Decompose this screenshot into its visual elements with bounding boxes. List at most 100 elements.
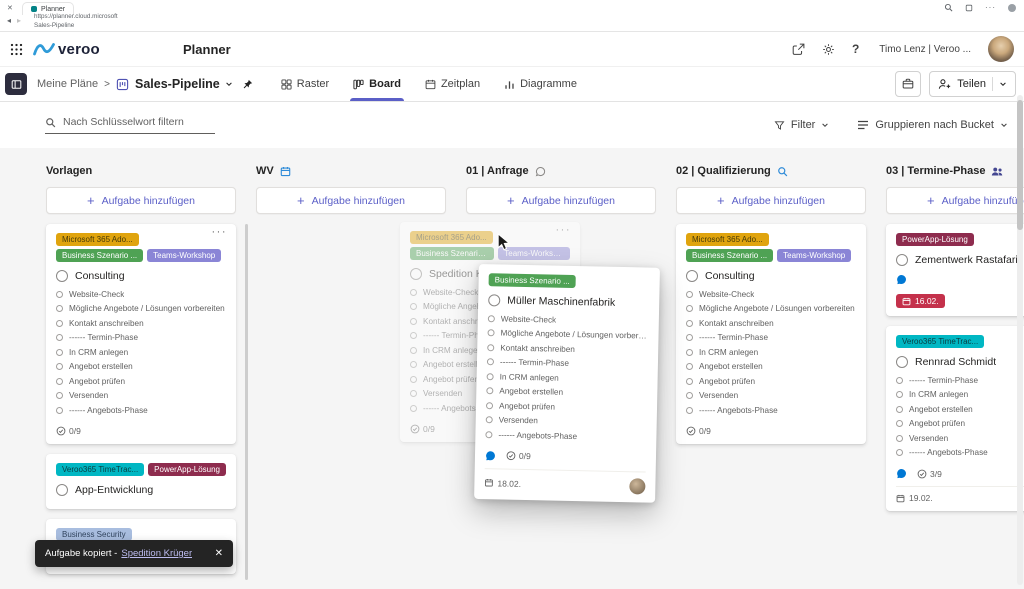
- checklist-item-checkbox[interactable]: [410, 303, 417, 311]
- add-task-button[interactable]: + Aufgabe hinzufügen: [886, 187, 1024, 214]
- plan-title[interactable]: Sales-Pipeline: [135, 77, 220, 91]
- checklist-item-checkbox[interactable]: [56, 348, 63, 356]
- task-complete-checkbox[interactable]: [488, 294, 501, 307]
- gear-icon[interactable]: [822, 43, 835, 56]
- add-task-button[interactable]: + Aufgabe hinzufügen: [676, 187, 866, 214]
- checklist-item-checkbox[interactable]: [56, 392, 63, 400]
- task-card[interactable]: Microsoft 365 Ado... Business Szenario ..…: [676, 224, 866, 444]
- checklist-item-checkbox[interactable]: [410, 288, 417, 296]
- checklist-item-checkbox[interactable]: [485, 430, 493, 439]
- task-card[interactable]: Business Szenario ... Müller Maschinenfab…: [474, 264, 660, 503]
- filter-button[interactable]: Filter: [774, 119, 829, 131]
- task-card[interactable]: ··· Microsoft 365 Ado... Business Szenario…: [46, 224, 236, 444]
- checklist-item-checkbox[interactable]: [686, 377, 693, 385]
- checklist-item-checkbox[interactable]: [486, 387, 494, 395]
- add-task-button[interactable]: + Aufgabe hinzufügen: [256, 187, 446, 214]
- keyword-filter-input[interactable]: [63, 116, 215, 128]
- column-scrollbar-thumb[interactable]: [245, 224, 248, 580]
- checklist-item-checkbox[interactable]: [896, 405, 903, 413]
- sidebar-toggle-button[interactable]: [5, 73, 27, 95]
- checklist-item-checkbox[interactable]: [410, 346, 417, 354]
- breadcrumb[interactable]: Meine Pläne: [37, 78, 98, 90]
- checklist-item-checkbox[interactable]: [410, 361, 417, 369]
- close-icon[interactable]: ✕: [7, 4, 13, 12]
- tab-zeitplan[interactable]: Zeitplan: [425, 67, 480, 101]
- checklist-item-label: Versenden: [423, 389, 463, 399]
- label-row: Microsoft 365 Ado...: [56, 233, 226, 246]
- toast-close-icon[interactable]: ✕: [215, 548, 223, 559]
- veroo-logo[interactable]: veroo: [33, 41, 100, 58]
- tab-board[interactable]: Board: [350, 67, 404, 101]
- checklist-item-checkbox[interactable]: [686, 319, 693, 327]
- address-bar[interactable]: https://planner.cloud.microsoft Sales-Pi…: [34, 13, 118, 30]
- waffle-icon[interactable]: [10, 43, 23, 56]
- checklist-item-checkbox[interactable]: [686, 348, 693, 356]
- checklist-item-checkbox[interactable]: [896, 434, 903, 442]
- back-icon[interactable]: ◂: [7, 16, 11, 25]
- browser-search-icon[interactable]: [944, 3, 953, 12]
- forward-icon[interactable]: ▸: [17, 16, 21, 25]
- checklist-item-checkbox[interactable]: [686, 290, 693, 298]
- checklist-item-checkbox[interactable]: [896, 391, 903, 399]
- card-menu-button[interactable]: ···: [556, 224, 572, 236]
- checklist-item-checkbox[interactable]: [485, 416, 493, 424]
- checklist-item-checkbox[interactable]: [487, 314, 495, 323]
- checklist-item-checkbox[interactable]: [896, 449, 903, 457]
- checklist-item-checkbox[interactable]: [686, 406, 693, 414]
- checklist-item-checkbox[interactable]: [56, 334, 63, 342]
- checklist-item-checkbox[interactable]: [56, 305, 63, 313]
- task-complete-checkbox[interactable]: [410, 268, 422, 280]
- task-card[interactable]: Veroo365 TimeTrac... PowerApp-Lösung App-E…: [46, 453, 236, 509]
- task-complete-checkbox[interactable]: [686, 270, 698, 282]
- checklist-item-checkbox[interactable]: [485, 401, 494, 410]
- checklist-item-checkbox[interactable]: [486, 372, 494, 381]
- briefcase-button[interactable]: [895, 71, 922, 97]
- task-complete-checkbox[interactable]: [896, 254, 908, 266]
- tab-diagramme[interactable]: Diagramme: [504, 67, 577, 101]
- add-task-button[interactable]: + Aufgabe hinzufügen: [46, 187, 236, 214]
- checklist-item-checkbox[interactable]: [686, 305, 693, 313]
- keyword-filter[interactable]: [45, 116, 215, 134]
- task-complete-checkbox[interactable]: [56, 483, 68, 496]
- task-complete-checkbox[interactable]: [56, 270, 68, 282]
- checklist-item-checkbox[interactable]: [896, 376, 903, 384]
- share-button[interactable]: Teilen: [929, 71, 1016, 97]
- browser-menu-icon[interactable]: ···: [985, 3, 996, 12]
- toast-link[interactable]: Spedition Krüger: [121, 548, 192, 559]
- task-card[interactable]: Veroo365 TimeTrac... Rennrad Schmidt -----…: [886, 326, 1024, 511]
- pin-icon[interactable]: [242, 79, 253, 90]
- checklist-item-checkbox[interactable]: [410, 317, 417, 325]
- checklist-item-label: Mögliche Angebote / Lösungen vorbereiten: [69, 304, 225, 314]
- checklist-item-checkbox[interactable]: [410, 375, 417, 383]
- checklist-item-checkbox[interactable]: [896, 420, 903, 428]
- checklist-item-checkbox[interactable]: [410, 404, 417, 412]
- group-by-button[interactable]: Gruppieren nach Bucket: [857, 119, 1008, 131]
- tab-raster[interactable]: Raster: [281, 67, 329, 101]
- checklist-item-checkbox[interactable]: [410, 332, 417, 340]
- scrollbar-thumb[interactable]: [1017, 100, 1023, 230]
- checklist-item-checkbox[interactable]: [410, 390, 417, 398]
- task-card[interactable]: PowerApp-Lösung Zementwerk Rastafari 16.02…: [886, 224, 1024, 316]
- browser-profile-icon[interactable]: [1008, 3, 1016, 12]
- help-icon[interactable]: ?: [852, 42, 859, 56]
- checklist-item-checkbox[interactable]: [487, 343, 495, 352]
- fullscreen-icon[interactable]: [965, 4, 973, 12]
- header-actions: ? Timo Lenz | Veroo ...: [792, 36, 1014, 62]
- add-task-button[interactable]: + Aufgabe hinzufügen: [466, 187, 656, 214]
- checklist-item-checkbox[interactable]: [686, 363, 693, 371]
- checklist-item-checkbox[interactable]: [56, 406, 63, 414]
- chevron-down-icon[interactable]: [225, 80, 233, 88]
- checklist-item-checkbox[interactable]: [56, 363, 63, 371]
- checklist-item-checkbox[interactable]: [56, 319, 63, 327]
- checklist-item-checkbox[interactable]: [56, 290, 63, 298]
- checklist-item-checkbox[interactable]: [487, 329, 495, 337]
- checklist-item-checkbox[interactable]: [686, 334, 693, 342]
- card-menu-button[interactable]: ···: [212, 226, 228, 238]
- checklist-item-checkbox[interactable]: [686, 392, 693, 400]
- checklist-item: Angebot erstellen: [56, 360, 226, 375]
- share-icon[interactable]: [792, 43, 805, 56]
- checklist-item-checkbox[interactable]: [56, 377, 63, 385]
- checklist-item-checkbox[interactable]: [486, 358, 495, 366]
- task-complete-checkbox[interactable]: [896, 356, 908, 368]
- user-avatar[interactable]: [988, 36, 1014, 62]
